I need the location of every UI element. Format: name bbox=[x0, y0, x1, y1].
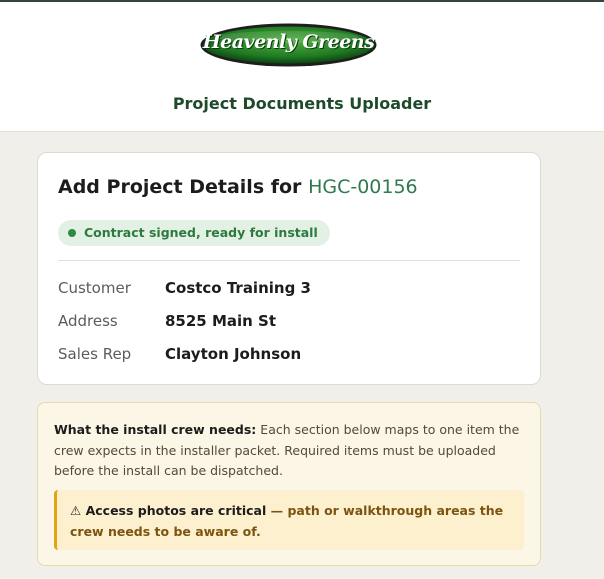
project-id: HGC-00156 bbox=[308, 176, 418, 198]
sales-rep-value: Clayton Johnson bbox=[165, 345, 302, 363]
alert-strong: Access photos are critical bbox=[85, 503, 267, 518]
address-label: Address bbox=[58, 312, 118, 330]
status-text: Contract signed, ready for install bbox=[84, 225, 318, 240]
brand-logo: Heavenly Greens bbox=[199, 22, 378, 68]
customer-value: Costco Training 3 bbox=[165, 279, 311, 297]
sales-rep-label: Sales Rep bbox=[58, 345, 132, 363]
access-photos-alert: ⚠ Access photos are critical — path or w… bbox=[54, 490, 524, 550]
address-value: 8525 Main St bbox=[165, 312, 277, 330]
info-text: What the install crew needs: Each sectio… bbox=[54, 420, 524, 482]
status-badge: Contract signed, ready for install bbox=[58, 220, 330, 246]
logo-wordmark: Heavenly Greens bbox=[202, 31, 375, 53]
alert-text: ⚠ Access photos are critical — path or w… bbox=[70, 500, 515, 542]
install-crew-info-panel: What the install crew needs: Each sectio… bbox=[37, 402, 541, 566]
warning-icon: ⚠ bbox=[70, 503, 82, 518]
info-lead: What the install crew needs: bbox=[54, 422, 257, 437]
page-header: Heavenly Greens Project Documents Upload… bbox=[0, 2, 604, 132]
project-details-card: Add Project Details for HGC-00156 Contra… bbox=[37, 152, 541, 385]
page-title: Project Documents Uploader bbox=[172, 94, 432, 113]
card-title: Add Project Details for HGC-00156 bbox=[58, 176, 418, 198]
customer-label: Customer bbox=[58, 279, 131, 297]
divider bbox=[58, 260, 520, 261]
status-dot-icon bbox=[68, 229, 76, 237]
card-title-prefix: Add Project Details for bbox=[58, 176, 302, 198]
